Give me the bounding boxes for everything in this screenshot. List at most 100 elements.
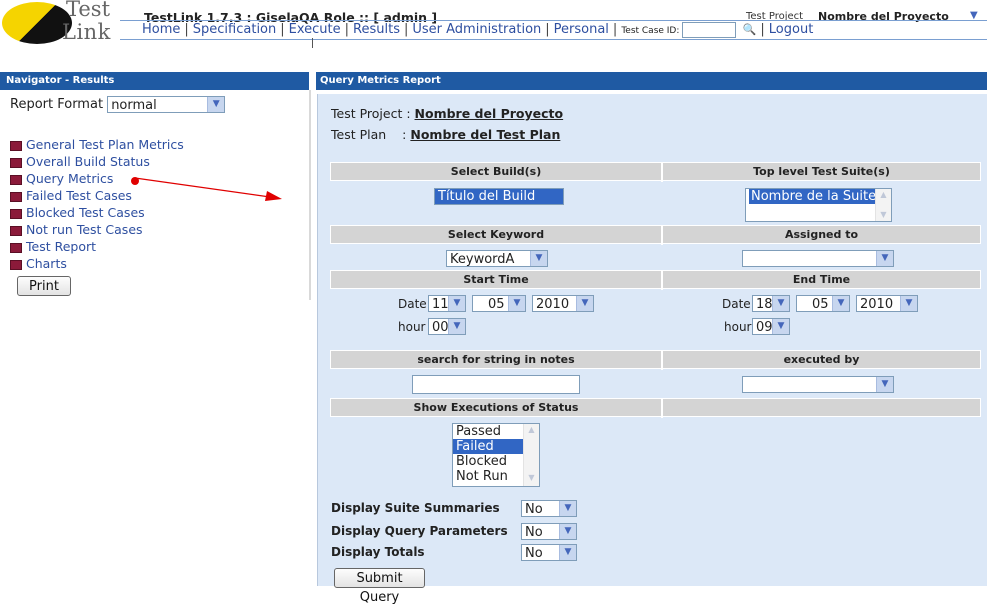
menu-specification-link[interactable]: Specification — [193, 22, 276, 37]
start-hour-label: hour — [398, 320, 426, 334]
end-hour-value: 09 — [756, 320, 773, 335]
nav-item-label: General Test Plan Metrics — [26, 137, 184, 152]
display-suite-summaries-label: Display Suite Summaries — [331, 501, 500, 515]
end-hour-select[interactable]: 09 ▼ — [752, 318, 790, 335]
suites-listbox[interactable]: Nombre de la Suite ▲ ▼ — [745, 188, 892, 222]
search-icon[interactable]: 🔍 — [742, 21, 757, 39]
chevron-down-icon[interactable]: ▼ — [530, 251, 547, 266]
menu-user-admin-link[interactable]: User Administration — [412, 22, 541, 37]
chevron-down-icon[interactable]: ▼ — [876, 377, 893, 392]
report-format-value: normal — [111, 98, 157, 113]
test-case-id-label: Test Case ID: — [621, 26, 680, 36]
menu-separator: | — [612, 22, 618, 37]
assigned-to-select[interactable]: ▼ — [742, 250, 894, 267]
chevron-down-icon[interactable]: ▼ — [772, 319, 789, 334]
chevron-down-icon[interactable]: ▼ — [900, 296, 917, 311]
query-metrics-panel: Test Project : Nombre del Proyecto Test … — [317, 94, 987, 605]
report-format-row: Report Format normal ▼ — [10, 96, 226, 113]
test-project-value: Nombre del Proyecto — [414, 106, 564, 121]
nav-item-test-report[interactable]: Test Report — [10, 238, 184, 255]
menu-results-link[interactable]: Results — [353, 22, 400, 37]
chevron-down-icon[interactable]: ▼ — [559, 545, 576, 560]
menu-personal-link[interactable]: Personal — [554, 22, 609, 37]
test-plan-value: Nombre del Test Plan — [410, 127, 561, 142]
bullet-icon — [10, 259, 22, 270]
column-divider — [661, 399, 663, 418]
executed-by-select[interactable]: ▼ — [742, 376, 894, 393]
menu-separator: | — [184, 22, 189, 37]
chevron-down-icon[interactable]: ▼ — [207, 97, 225, 112]
bullet-icon — [10, 140, 22, 151]
chevron-down-icon[interactable]: ▼ — [832, 296, 849, 311]
build-option[interactable]: Título del Build — [435, 189, 563, 204]
annotation-arrow-icon — [134, 177, 282, 201]
scroll-down-icon[interactable]: ▼ — [876, 209, 891, 221]
start-day-select[interactable]: 11 ▼ — [428, 295, 466, 312]
keyword-select[interactable]: KeywordA ▼ — [446, 250, 548, 267]
end-year-value: 2010 — [860, 297, 894, 312]
display-query-params-select[interactable]: No ▼ — [521, 523, 577, 540]
keyword-value: KeywordA — [450, 252, 515, 267]
chevron-down-icon[interactable]: ▼ — [772, 296, 789, 311]
display-totals-select[interactable]: No ▼ — [521, 544, 577, 561]
report-format-select[interactable]: normal ▼ — [107, 96, 226, 113]
test-plan-row: Test Plan : Nombre del Test Plan — [331, 127, 560, 142]
submit-query-button[interactable]: Submit Query — [334, 568, 425, 605]
nav-item-not-run-test-cases[interactable]: Not run Test Cases — [10, 221, 184, 238]
scrollbar[interactable]: ▲ ▼ — [523, 424, 539, 486]
menu-separator: | — [344, 22, 350, 37]
nav-item-label: Overall Build Status — [26, 154, 150, 169]
top-header: Test Link TestLink 1.7.3 : GiselaQA Role… — [0, 0, 987, 44]
chevron-down-icon[interactable]: ▼ — [876, 251, 893, 266]
end-hour-label: hour — [724, 320, 752, 334]
nav-item-blocked-test-cases[interactable]: Blocked Test Cases — [10, 204, 184, 221]
end-year-select[interactable]: 2010 ▼ — [856, 295, 918, 312]
nav-item-charts[interactable]: Charts — [10, 255, 184, 272]
bullet-icon — [10, 157, 22, 168]
main-menu: Home | Specification | Execute | Results | User … — [142, 21, 813, 40]
chevron-down-icon[interactable]: ▼ — [508, 296, 525, 311]
chevron-down-icon[interactable]: ▼ — [576, 296, 593, 311]
scrollbar[interactable]: ▲ ▼ — [875, 189, 891, 221]
status-option-failed[interactable]: Failed — [453, 439, 524, 454]
start-month-value: 05 — [488, 297, 505, 312]
status-listbox[interactable]: Passed Failed Blocked Not Run ▲ ▼ — [452, 423, 540, 487]
select-keyword-header: Select Keyword — [447, 228, 545, 241]
menu-logout-link[interactable]: Logout — [769, 22, 814, 37]
builds-listbox[interactable]: Título del Build — [434, 188, 564, 205]
nav-item-label: Test Report — [26, 239, 97, 254]
bullet-icon — [10, 225, 22, 236]
nav-item-overall-build-status[interactable]: Overall Build Status — [10, 153, 184, 170]
chevron-down-icon[interactable]: ▼ — [448, 296, 465, 311]
chevron-down-icon[interactable]: ▼ — [559, 501, 576, 516]
menu-separator: | — [545, 22, 550, 37]
start-month-select[interactable]: 05 ▼ — [472, 295, 526, 312]
nav-item-general-test-plan-metrics[interactable]: General Test Plan Metrics — [10, 136, 184, 153]
bullet-icon — [10, 174, 22, 185]
end-day-select[interactable]: 18 ▼ — [752, 295, 790, 312]
select-builds-header: Select Build(s) — [450, 165, 542, 178]
nav-item-label: Not run Test Cases — [26, 222, 143, 237]
menu-separator: | — [403, 22, 409, 37]
chevron-down-icon[interactable]: ▼ — [448, 319, 465, 334]
start-hour-select[interactable]: 00 ▼ — [428, 318, 466, 335]
navigator-report-list: General Test Plan Metrics Overall Build … — [10, 136, 184, 272]
chevron-down-icon[interactable]: ▼ — [559, 524, 576, 539]
bullet-icon — [10, 208, 22, 219]
menu-execute-link[interactable]: Execute — [289, 22, 341, 37]
scroll-up-icon[interactable]: ▲ — [876, 189, 891, 201]
start-time-header: Start Time — [463, 273, 529, 286]
suite-option[interactable]: Nombre de la Suite — [749, 189, 879, 204]
end-month-select[interactable]: 05 ▼ — [796, 295, 850, 312]
print-button[interactable]: Print — [17, 276, 71, 296]
header-row-search: search for string in notes executed by — [330, 350, 981, 370]
scroll-down-icon[interactable]: ▼ — [524, 472, 539, 484]
scroll-up-icon[interactable]: ▲ — [524, 424, 539, 436]
nav-item-label: Failed Test Cases — [26, 188, 132, 203]
test-case-id-input[interactable] — [682, 21, 737, 38]
display-suite-summaries-select[interactable]: No ▼ — [521, 500, 577, 517]
start-year-select[interactable]: 2010 ▼ — [532, 295, 594, 312]
report-title: Query Metrics Report — [316, 72, 987, 90]
menu-home-link[interactable]: Home — [142, 22, 180, 37]
search-notes-input[interactable] — [412, 375, 580, 394]
